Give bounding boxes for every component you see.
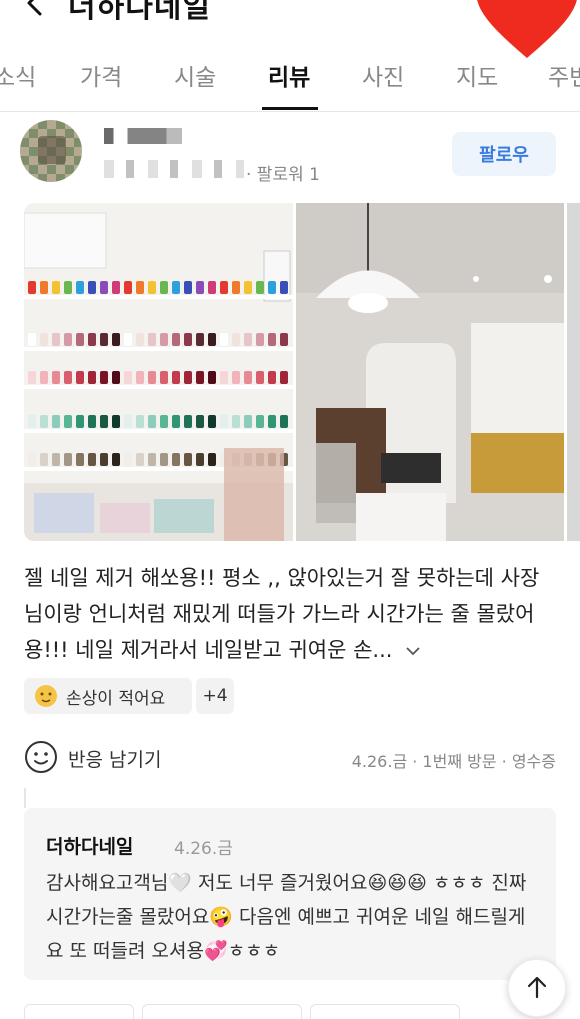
next-card (142, 1004, 302, 1019)
next-card (310, 1004, 460, 1019)
review-photo-1[interactable] (24, 203, 293, 541)
tab-photo[interactable]: 사진 (362, 58, 404, 92)
active-tab-indicator (262, 107, 318, 110)
owner-reply: 더하다네일 4.26.금 감사해요고객님🤍 저도 너무 즐거웠어요😆😆😆 ㅎㅎㅎ… (24, 808, 556, 980)
back-icon[interactable] (20, 0, 50, 18)
tab-nearby[interactable]: 주변 (548, 58, 580, 92)
reply-owner-name[interactable]: 더하다네일 (46, 832, 133, 859)
visit-info: 4.26.금 · 1번째 방문 · 영수증 (351, 752, 556, 771)
avatar[interactable] (20, 120, 82, 182)
emoji-icon (35, 685, 57, 707)
reply-text: 감사해요고객님🤍 저도 너무 즐거웠어요😆😆😆 ㅎㅎㅎ 진짜 시간가는줄 몰랐어… (46, 872, 527, 962)
next-card (24, 1004, 134, 1019)
tab-price[interactable]: 가격 (80, 58, 122, 92)
page-title: 더하다네일 (68, 0, 211, 25)
tab-bar: 소식 가격 시술 리뷰 사진 지도 주변 (0, 50, 580, 112)
chevron-down-icon[interactable] (405, 643, 421, 659)
tab-map[interactable]: 지도 (456, 58, 498, 92)
smile-icon[interactable] (24, 740, 58, 774)
follower-count: · 팔로워 1 (246, 165, 320, 185)
review-photo-3[interactable] (567, 203, 580, 541)
more-keywords-button[interactable]: +4 (196, 678, 234, 714)
username-blurred[interactable] (104, 128, 182, 144)
tab-news[interactable]: 소식 (0, 58, 36, 92)
keyword-label: 손상이 적어요 (66, 688, 166, 709)
review-photo-2[interactable] (296, 203, 564, 541)
user-meta-blurred (104, 160, 244, 178)
arrow-up-icon (527, 976, 547, 999)
tab-review[interactable]: 리뷰 (268, 58, 310, 92)
leave-reaction-button[interactable]: 반응 남기기 (68, 745, 161, 772)
keyword-chip: 손상이 적어요 (24, 678, 192, 714)
reply-connector (24, 788, 26, 808)
follow-button[interactable]: 팔로우 (452, 132, 556, 176)
review-body[interactable]: 젤 네일 제거 해쏘용!! 평소 ,, 앉아있는거 잘 못하는데 사장님이랑 언… (24, 560, 556, 668)
review-text: 젤 네일 제거 해쏘용!! 평소 ,, 앉아있는거 잘 못하는데 사장님이랑 언… (24, 566, 540, 662)
reply-date: 4.26.금 (174, 839, 233, 859)
tab-treatment[interactable]: 시술 (174, 58, 216, 92)
scroll-top-button[interactable] (508, 959, 566, 1017)
